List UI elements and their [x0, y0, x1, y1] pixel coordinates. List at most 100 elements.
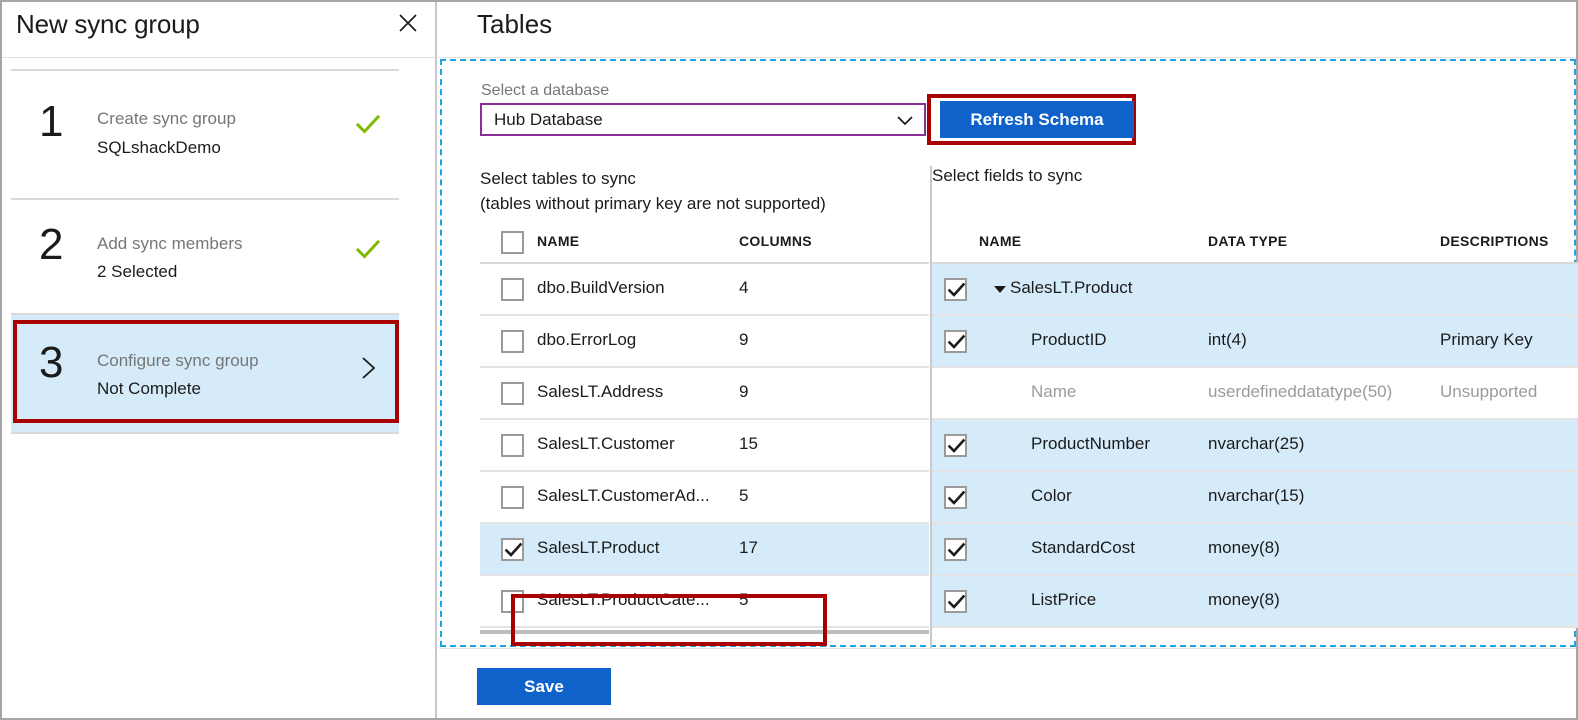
field-row[interactable]: ProductNumber nvarchar(25)	[932, 420, 1578, 472]
table-row[interactable]: SalesLT.Address 9	[480, 368, 929, 420]
field-data-type: userdefineddatatype(50)	[1208, 382, 1392, 402]
field-row[interactable]: ProductID int(4) Primary Key	[932, 316, 1578, 368]
field-name: ListPrice	[1031, 590, 1096, 610]
table-row[interactable]: dbo.ErrorLog 9	[480, 316, 929, 368]
table-name: dbo.ErrorLog	[537, 330, 636, 350]
field-row[interactable]: StandardCost money(8)	[932, 524, 1578, 576]
table-row-checkbox[interactable]	[501, 538, 524, 561]
check-icon	[355, 112, 381, 138]
field-data-type: nvarchar(15)	[1208, 486, 1304, 506]
sidebar-item-create-sync-group[interactable]: 1 Create sync group SQLshackDemo	[11, 72, 401, 198]
save-button[interactable]: Save	[477, 668, 611, 705]
step-title: Create sync group	[97, 109, 236, 129]
table-column-count: 4	[739, 278, 748, 298]
table-name: dbo.BuildVersion	[537, 278, 665, 298]
sidebar-item-add-sync-members[interactable]: 2 Add sync members 2 Selected	[11, 201, 401, 313]
field-data-type: nvarchar(25)	[1208, 434, 1304, 454]
field-name: ProductID	[1031, 330, 1107, 350]
divider	[11, 69, 399, 71]
field-row-checkbox[interactable]	[944, 538, 967, 561]
tables-scroll-indicator[interactable]	[480, 630, 929, 634]
table-row[interactable]: dbo.BuildVersion 4	[480, 264, 929, 316]
column-header-name: NAME	[979, 233, 1021, 249]
table-name: SalesLT.Address	[537, 382, 663, 402]
field-row[interactable]: Name userdefineddatatype(50) Unsupported	[932, 368, 1578, 420]
field-row-checkbox[interactable]	[944, 434, 967, 457]
panel-header: Tables	[439, 2, 1576, 58]
field-row-checkbox[interactable]	[944, 590, 967, 613]
field-description: Primary Key	[1440, 330, 1533, 350]
select-all-tables-checkbox[interactable]	[501, 231, 524, 254]
caret-down-icon[interactable]	[994, 286, 1006, 293]
table-column-count: 5	[739, 486, 748, 506]
tables-pane-caption-line1: Select tables to sync	[480, 166, 929, 191]
field-row[interactable]: ListPrice money(8)	[932, 576, 1578, 628]
table-row[interactable]: SalesLT.ProductCate... 5	[480, 576, 929, 628]
tables-grid-header: NAME COLUMNS	[480, 221, 929, 264]
column-header-columns: COLUMNS	[739, 233, 812, 249]
refresh-schema-button[interactable]: Refresh Schema	[940, 101, 1134, 138]
field-group-row[interactable]: SalesLT.Product	[932, 264, 1578, 316]
tables-list-pane: Select tables to sync (tables without pr…	[480, 166, 929, 649]
column-header-data-type: DATA TYPE	[1208, 233, 1287, 249]
table-name: SalesLT.ProductCate...	[537, 590, 710, 610]
tables-rows-container: dbo.BuildVersion4dbo.ErrorLog9SalesLT.Ad…	[480, 264, 929, 628]
azure-portal-blade: New sync group 1 Create sync group SQLsh…	[0, 0, 1578, 720]
annotation-box-step3	[13, 320, 399, 423]
table-name: SalesLT.Product	[537, 538, 660, 558]
table-row-checkbox[interactable]	[501, 382, 524, 405]
divider	[11, 432, 399, 434]
table-row-checkbox[interactable]	[501, 434, 524, 457]
step-number: 1	[39, 100, 63, 144]
table-row-checkbox[interactable]	[501, 330, 524, 353]
field-name: StandardCost	[1031, 538, 1135, 558]
table-row-checkbox[interactable]	[501, 278, 524, 301]
step-number: 2	[39, 223, 63, 267]
check-icon	[355, 237, 381, 263]
field-name: Color	[1031, 486, 1072, 506]
table-row[interactable]: SalesLT.Product 17	[480, 524, 929, 576]
fields-list-pane: Select fields to sync NAME DATA TYPE DES…	[932, 166, 1578, 649]
table-column-count: 9	[739, 382, 748, 402]
blade-header: New sync group	[2, 2, 435, 58]
field-data-type: money(8)	[1208, 590, 1280, 610]
table-row[interactable]: SalesLT.Customer 15	[480, 420, 929, 472]
table-name: SalesLT.CustomerAd...	[537, 486, 710, 506]
step-subtitle: SQLshackDemo	[97, 138, 221, 158]
close-icon[interactable]	[393, 8, 423, 38]
panel-footer: Save	[439, 648, 1576, 718]
field-row-checkbox[interactable]	[944, 278, 967, 301]
table-column-count: 15	[739, 434, 758, 454]
chevron-down-icon	[896, 113, 914, 129]
database-select[interactable]: Hub Database	[480, 103, 926, 136]
field-data-type: int(4)	[1208, 330, 1247, 350]
fields-grid-header: NAME DATA TYPE DESCRIPTIONS	[932, 221, 1578, 264]
step-subtitle: 2 Selected	[97, 262, 177, 282]
table-column-count: 17	[739, 538, 758, 558]
field-row-checkbox[interactable]	[944, 330, 967, 353]
field-data-type: money(8)	[1208, 538, 1280, 558]
field-name: SalesLT.Product	[1010, 278, 1133, 298]
database-select-value: Hub Database	[494, 110, 603, 130]
table-row-checkbox[interactable]	[501, 486, 524, 509]
field-row-checkbox[interactable]	[944, 486, 967, 509]
tables-grid: NAME COLUMNS dbo.BuildVersion 4 dbo.ErrorL…	[480, 221, 929, 634]
fields-pane-caption: Select fields to sync	[932, 166, 1082, 186]
table-name: SalesLT.Customer	[537, 434, 675, 454]
table-column-count: 9	[739, 330, 748, 350]
table-column-count: 5	[739, 590, 748, 610]
tables-panel: Tables Select a database Hub Database Re…	[439, 2, 1576, 718]
panel-title: Tables	[477, 9, 552, 40]
annotation-box-content-region: Select a database Hub Database Refresh S…	[440, 59, 1576, 647]
page-title: New sync group	[16, 9, 200, 40]
step-title: Add sync members	[97, 234, 243, 254]
database-select-label: Select a database	[481, 82, 609, 100]
field-name: Name	[1031, 382, 1076, 402]
field-description: Unsupported	[1440, 382, 1537, 402]
fields-grid: NAME DATA TYPE DESCRIPTIONS SalesLT.Prod…	[932, 221, 1578, 628]
field-name: ProductNumber	[1031, 434, 1150, 454]
field-row[interactable]: Color nvarchar(15)	[932, 472, 1578, 524]
table-row[interactable]: SalesLT.CustomerAd... 5	[480, 472, 929, 524]
wizard-panel: New sync group 1 Create sync group SQLsh…	[2, 2, 437, 718]
table-row-checkbox[interactable]	[501, 590, 524, 613]
